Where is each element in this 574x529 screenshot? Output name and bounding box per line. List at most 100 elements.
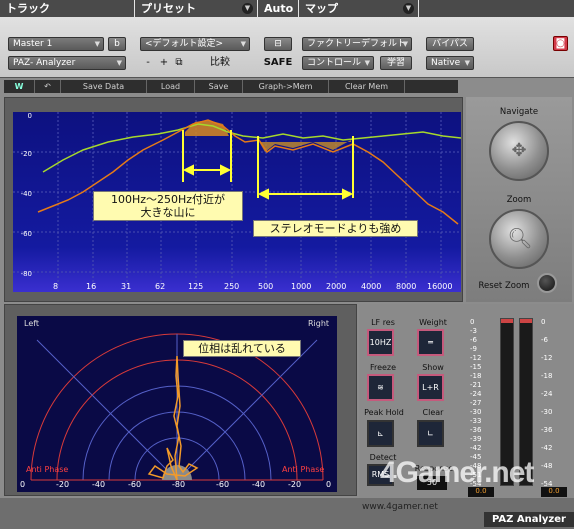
- phase-tick: -60: [216, 480, 230, 489]
- meter-tick: 0: [470, 318, 475, 326]
- track-selector[interactable]: Master 1 ▼: [8, 37, 104, 51]
- freq-tick: 8000: [396, 282, 417, 291]
- freq-tick: 4000: [361, 282, 382, 291]
- meter-tick: -18: [541, 372, 553, 380]
- zoom-label: Zoom: [506, 195, 532, 205]
- map-selector[interactable]: ファクトリーデフォルト ▼: [302, 37, 412, 51]
- meter-tick: -21: [470, 381, 482, 389]
- save-button[interactable]: Save: [194, 80, 242, 93]
- load-button[interactable]: Load: [146, 80, 194, 93]
- meter-tick: -33: [470, 417, 482, 425]
- plugin-brand: PAZ Analyzer: [484, 512, 574, 527]
- reset-zoom-button[interactable]: [537, 273, 557, 293]
- undo-button[interactable]: ↶: [34, 80, 60, 93]
- preset-plus-button[interactable]: +: [158, 56, 170, 70]
- meter-tick: -6: [541, 336, 548, 344]
- map-menu-icon[interactable]: ▼: [403, 3, 414, 14]
- meter-tick: -24: [470, 390, 482, 398]
- preset-menu-icon[interactable]: ▼: [242, 3, 253, 14]
- learn-button[interactable]: 学習: [380, 56, 412, 70]
- db-tick: -60: [20, 230, 32, 238]
- header-blank: [419, 0, 574, 17]
- freq-tick: 1000: [291, 282, 312, 291]
- freq-tick: 16000: [427, 282, 453, 291]
- native-selector[interactable]: Native ▼: [426, 56, 474, 70]
- phase-tick: -20: [56, 480, 70, 489]
- watermark-logo: 4Gamer.net: [380, 456, 534, 489]
- navigate-pad[interactable]: ✥: [489, 121, 549, 181]
- meter-tick: -24: [541, 390, 553, 398]
- meter-tick: -15: [470, 363, 482, 371]
- phase-tick: -60: [128, 480, 142, 489]
- freeze-button[interactable]: ≋: [367, 374, 394, 401]
- clear-label: Clear: [422, 408, 444, 417]
- phase-tick: -20: [288, 480, 302, 489]
- meter-tick: -12: [470, 354, 482, 362]
- phase-right-label: Right: [308, 319, 330, 328]
- phase-tick: -40: [92, 480, 106, 489]
- map-header: マップ ▼: [299, 0, 418, 17]
- navigate-label: Navigate: [499, 107, 539, 117]
- save-data-button[interactable]: Save Data: [60, 80, 146, 93]
- meter-tick: -39: [470, 435, 482, 443]
- meter-tick: -12: [541, 354, 553, 362]
- cross-arrows-icon: ✥: [511, 140, 527, 161]
- compare-button[interactable]: 比較: [200, 56, 240, 70]
- freq-tick: 31: [121, 282, 132, 291]
- meter-tick: -42: [470, 444, 482, 452]
- annotation-stereo: ステレオモードよりも強め: [253, 220, 418, 237]
- magnifier-icon: 🔍︎: [507, 226, 533, 250]
- freq-tick: 8: [53, 282, 59, 291]
- db-tick: -40: [20, 190, 32, 198]
- meter-tick: -18: [470, 372, 482, 380]
- track-header: トラック: [0, 0, 134, 17]
- watermark-url: www.4gamer.net: [362, 502, 438, 512]
- meter-tick: 0: [541, 318, 546, 326]
- freq-tick: 500: [258, 282, 274, 291]
- close-icon[interactable]: ◙: [553, 36, 568, 51]
- host-header: トラック プリセット ▼ Auto マップ ▼ Master 1 ▼ b PAZ- A…: [0, 0, 574, 78]
- plugin-toolbar: 𝗪 ↶ Save Data Load Save Graph->Mem Clear…: [4, 80, 458, 93]
- meter-tick: -6: [470, 336, 477, 344]
- meter-tick: -36: [541, 426, 553, 434]
- peak-hold-button[interactable]: ⊾: [367, 420, 394, 447]
- navigate-panel: Navigate ✥ Zoom 🔍︎ Reset Zoom: [466, 97, 572, 302]
- meter-tick: -3: [470, 327, 477, 335]
- phase-tick: 0: [20, 480, 26, 489]
- auto-header: Auto: [258, 0, 298, 17]
- meter-tick: -42: [541, 444, 553, 452]
- freq-tick: 16: [86, 282, 97, 291]
- freeze-label: Freeze: [369, 363, 397, 372]
- phase-axis: 0 -20 -40 -60 -80 -60 -40 -20 0: [14, 480, 344, 492]
- freq-tick: 62: [155, 282, 166, 291]
- preset-minus-button[interactable]: -: [142, 56, 154, 70]
- bypass-button[interactable]: バイパス: [426, 37, 474, 51]
- weight-label: Weight: [419, 318, 447, 327]
- peak-hold-label: Peak Hold: [364, 408, 404, 417]
- lf-res-button[interactable]: 10HZ: [367, 329, 394, 356]
- plugin-selector[interactable]: PAZ- Analyzer ▼: [8, 56, 126, 70]
- track-channel-button[interactable]: b: [108, 37, 126, 51]
- control-selector[interactable]: コントロール ▼: [302, 56, 374, 70]
- meter-peak-indicator: [520, 319, 532, 323]
- phase-tick: -40: [252, 480, 266, 489]
- db-tick: -20: [20, 150, 32, 158]
- frequency-axis: 8 16 31 62 125 250 500 1000 2000 4000 80…: [13, 282, 461, 294]
- clear-button[interactable]: ∟: [417, 420, 444, 447]
- phase-tick: 0: [326, 480, 332, 489]
- show-button[interactable]: L+R: [417, 374, 444, 401]
- clear-mem-button[interactable]: Clear Mem: [328, 80, 404, 93]
- meter-tick: -36: [470, 426, 482, 434]
- zoom-pad[interactable]: 🔍︎: [489, 209, 549, 269]
- auto-enable-button[interactable]: ⊟: [264, 37, 292, 51]
- preset-header: プリセット ▼: [135, 0, 257, 17]
- safe-button[interactable]: SAFE: [262, 56, 294, 70]
- db-tick: -80: [20, 270, 32, 278]
- preset-selector[interactable]: <デフォルト設定> ▼: [140, 37, 250, 51]
- weight-button[interactable]: ═: [417, 329, 444, 356]
- waves-logo-icon: 𝗪: [14, 82, 24, 91]
- graph-to-mem-button[interactable]: Graph->Mem: [242, 80, 328, 93]
- meter-tick: -30: [541, 408, 553, 416]
- meter-tick: -27: [470, 399, 482, 407]
- copy-icon[interactable]: ⧉: [172, 56, 186, 70]
